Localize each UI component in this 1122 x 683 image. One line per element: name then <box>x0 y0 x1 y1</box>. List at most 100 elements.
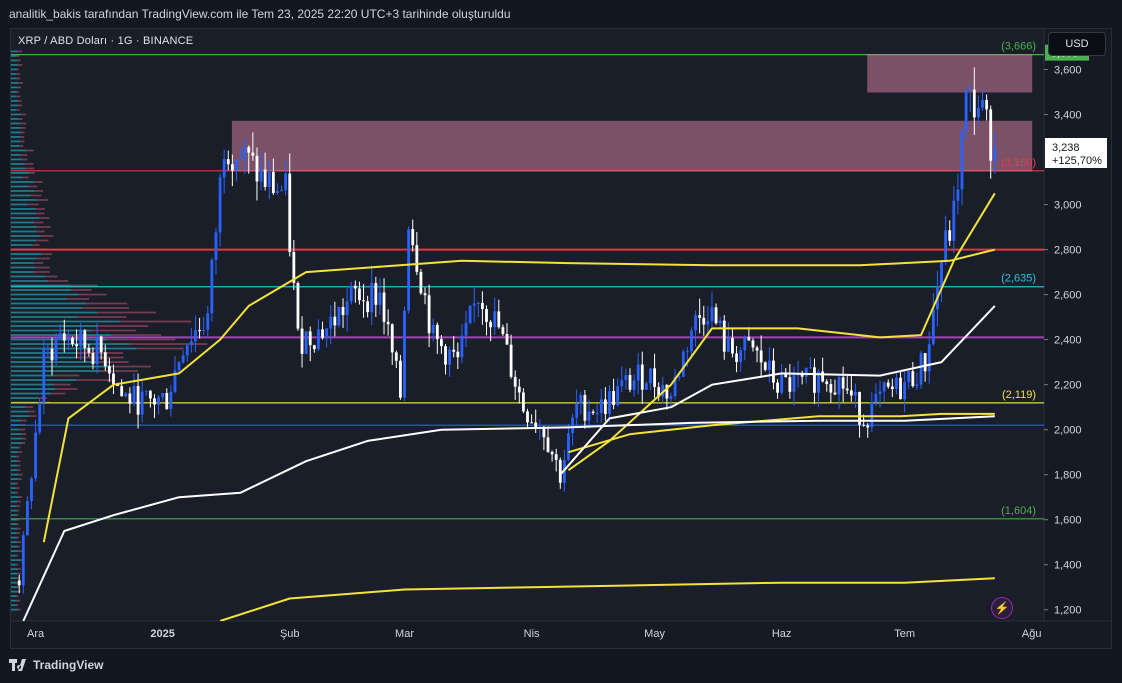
volume-profile-bar-up <box>11 383 54 386</box>
candle-body <box>599 399 603 413</box>
supply-zone <box>231 120 1033 172</box>
volume-profile-bar-up <box>11 221 35 224</box>
candle-body <box>468 305 472 323</box>
volume-profile-bar-down <box>107 338 176 341</box>
candle-body <box>497 311 501 328</box>
volume-profile-bar-up <box>11 194 31 197</box>
volume-profile-bar-down <box>39 217 50 219</box>
candle-body <box>267 171 271 187</box>
candle-body <box>550 451 554 455</box>
x-axis-label: May <box>644 628 665 640</box>
candle-body <box>259 169 263 182</box>
volume-profile-bar-down <box>16 95 21 98</box>
candle-body <box>448 349 452 365</box>
candle-body <box>788 377 792 392</box>
candle-body <box>960 130 964 190</box>
candle-body <box>419 271 423 294</box>
volume-profile-bar-down <box>33 262 44 264</box>
candle-body <box>374 283 378 305</box>
currency-button[interactable]: USD <box>1048 32 1106 56</box>
price-level-label: (3,150) <box>1001 157 1036 169</box>
volume-profile-bar-up <box>11 104 18 107</box>
candle-body <box>202 329 206 331</box>
volume-profile-bar-up <box>11 212 37 215</box>
candle-body <box>95 336 99 365</box>
volume-profile-bar-down <box>70 289 92 291</box>
candle-body <box>751 340 755 348</box>
volume-profile-bar-down <box>25 406 34 408</box>
volume-profile-bar-up <box>11 64 18 66</box>
volume-profile-bar-up <box>11 59 18 62</box>
volume-profile-bar-up <box>11 581 17 584</box>
volume-profile-bar-up <box>11 397 39 399</box>
candle-body <box>739 350 743 363</box>
volume-profile-bar-up <box>11 91 17 93</box>
volume-profile-bar-up <box>11 266 36 269</box>
volume-profile-bar-down <box>16 532 20 535</box>
candle-body <box>144 390 148 392</box>
volume-profile-bar-down <box>18 496 23 498</box>
volume-profile-bar-up <box>11 491 16 494</box>
volume-profile-bar-down <box>17 509 20 512</box>
candle-body <box>58 333 62 339</box>
volume-profile-bar-down <box>15 563 19 566</box>
volume-profile-bar-up <box>11 577 17 580</box>
candle-body <box>669 396 673 399</box>
candle-body <box>579 394 583 404</box>
volume-profile-bar-up <box>11 464 18 467</box>
candle-body <box>251 152 255 156</box>
volume-profile-bar-up <box>11 50 19 53</box>
volume-profile-bar-up <box>11 167 26 170</box>
volume-profile-bar-up <box>11 604 16 607</box>
candle-body <box>390 324 394 353</box>
candle-body <box>915 384 919 387</box>
candle-body <box>103 352 107 367</box>
candle-body <box>128 393 132 404</box>
candle-body <box>854 392 857 396</box>
volume-profile-bar-down <box>34 190 44 192</box>
volume-profile-bar-down <box>40 235 54 237</box>
candle-body <box>79 330 83 347</box>
candle-body <box>558 459 562 483</box>
candle-body <box>345 301 349 316</box>
volume-profile-bar-up <box>11 127 21 129</box>
volume-profile-bar-down <box>28 172 35 174</box>
candle-body <box>243 147 247 159</box>
candle-body <box>698 315 702 318</box>
candle-body <box>71 337 74 345</box>
candle-body <box>280 190 283 192</box>
y-axis-tick-label: 3,400 <box>1054 110 1082 122</box>
volume-profile-bar-down <box>21 419 27 422</box>
candle-body <box>628 375 632 390</box>
candle-body <box>755 347 759 351</box>
volume-profile-bar-up <box>11 374 53 377</box>
volume-profile-bar-up <box>11 559 21 562</box>
candle-body <box>169 391 173 410</box>
candle-body <box>107 366 111 374</box>
candle-body <box>813 367 816 393</box>
volume-profile-bar-up <box>11 73 17 75</box>
volume-profile-bar-down <box>28 415 37 417</box>
volume-profile-bar-down <box>16 523 19 526</box>
y-axis-tick-label: 2,800 <box>1054 245 1082 257</box>
candle-body <box>132 385 136 404</box>
lightning-icon[interactable]: ⚡ <box>991 597 1013 619</box>
volume-profile-bar-up <box>11 595 17 598</box>
volume-profile-bar-down <box>21 113 27 116</box>
volume-profile-bar-down <box>75 379 115 381</box>
volume-profile-bar-down <box>17 464 21 467</box>
candle-body <box>75 344 78 347</box>
last-price-value: 3,238 <box>1052 142 1080 154</box>
y-axis-tick-label: 2,400 <box>1054 335 1082 347</box>
volume-profile-bar-up <box>11 275 46 278</box>
candle-body <box>206 313 210 330</box>
candle-body <box>620 380 624 387</box>
y-axis-tick-label: 3,000 <box>1054 200 1082 212</box>
candle-body <box>271 171 275 194</box>
volume-profile-bar-down <box>17 59 21 62</box>
plot-background <box>11 29 1044 621</box>
price-chart[interactable]: 1,200 1,400 1,600 1,800 2,000 2,200 2,400 2,600… <box>0 0 1122 683</box>
candle-body <box>591 411 595 414</box>
candle-body <box>710 307 714 322</box>
candle-body <box>608 391 611 414</box>
